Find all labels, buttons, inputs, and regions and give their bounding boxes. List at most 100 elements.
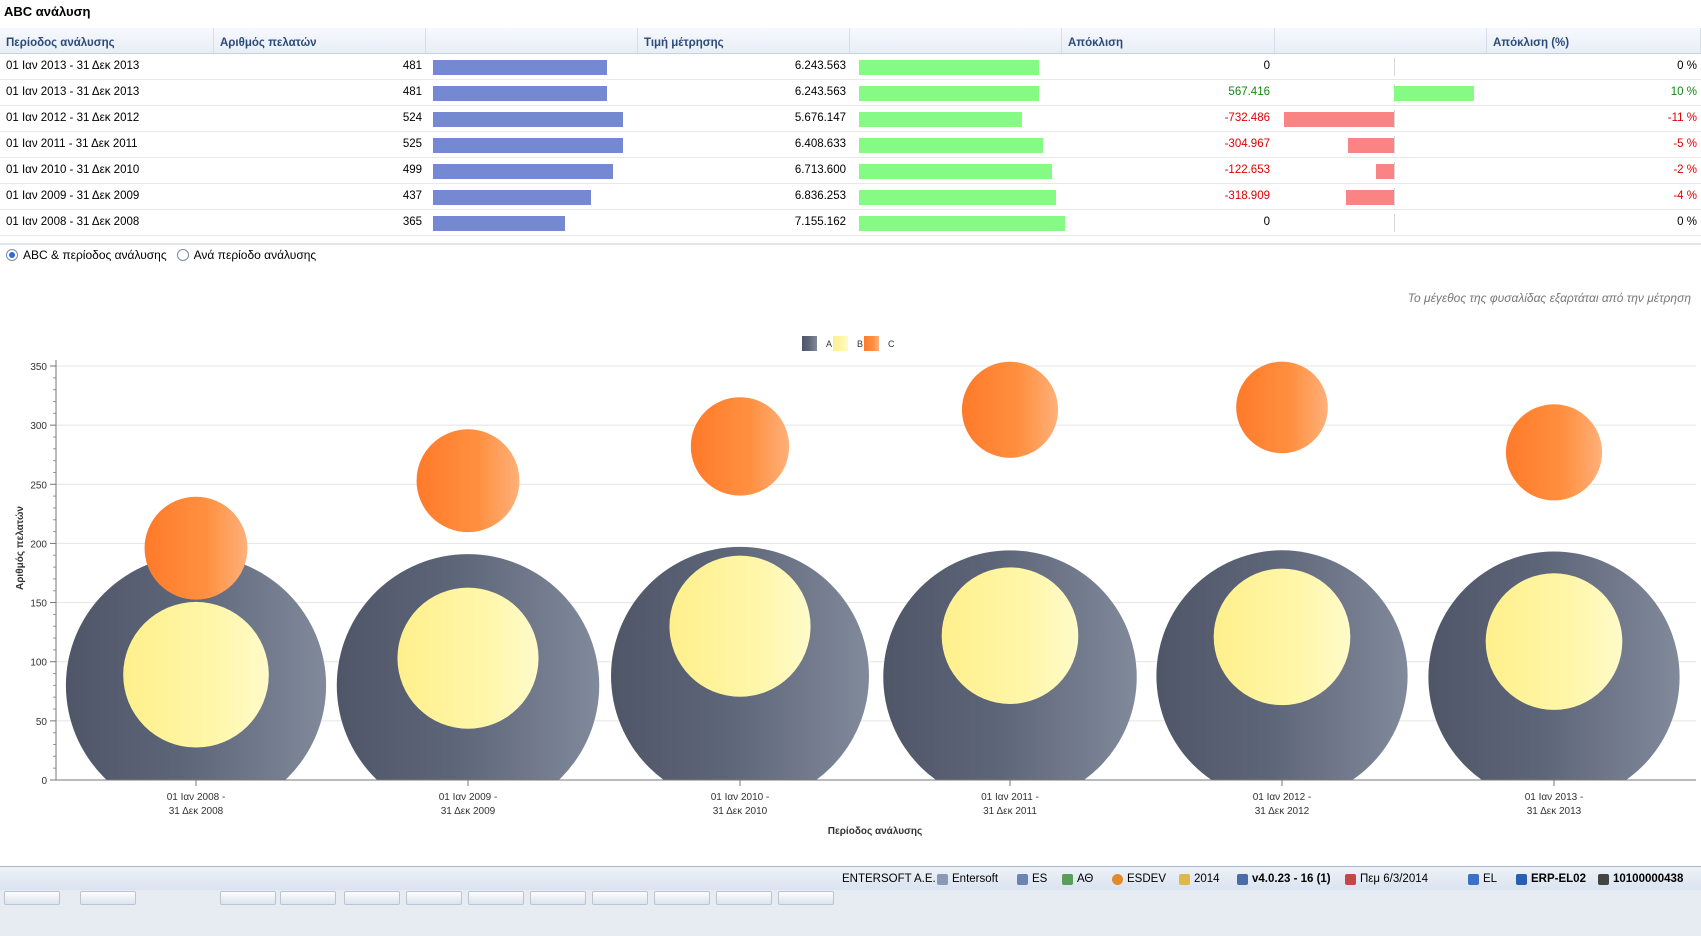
bubble-c[interactable] — [144, 496, 248, 600]
deviation-bar — [1394, 86, 1474, 101]
deviation-bar — [1346, 190, 1394, 205]
table-row[interactable]: 01 Ιαν 2011 - 31 Δεκ 2011 525 6.408.633 -30… — [0, 132, 1701, 158]
deviation-cell: 0 — [1263, 60, 1270, 72]
period-cell: 01 Ιαν 2010 - 31 Δεκ 2010 — [6, 164, 140, 176]
col-deviation-bar[interactable] — [1275, 28, 1487, 53]
period-cell: 01 Ιαν 2012 - 31 Δεκ 2012 — [6, 112, 140, 124]
deviation-pct-cell: -11 % — [1667, 112, 1697, 124]
task-button[interactable] — [778, 891, 834, 905]
x-tick-label: 31 Δεκ 2012 — [1255, 806, 1310, 817]
y-axis-label: Αριθμός πελατών — [15, 506, 26, 590]
measure-bar — [859, 216, 1065, 231]
col-period[interactable]: Περίοδος ανάλυσης — [0, 28, 214, 53]
task-button[interactable] — [4, 891, 60, 905]
customers-bar — [433, 190, 592, 205]
radio-per-period-label: Ανά περίοδο ανάλυσης — [193, 248, 317, 262]
customers-bar — [433, 138, 623, 153]
customers-cell: 524 — [402, 112, 422, 124]
table-row[interactable]: 01 Ιαν 2013 - 31 Δεκ 2013 481 6.243.563 567… — [0, 80, 1701, 106]
bubble-b[interactable] — [1213, 568, 1351, 706]
user-icon — [1112, 873, 1123, 885]
bubble-c[interactable] — [416, 429, 520, 533]
col-measure[interactable]: Τιμή μέτρησης — [638, 28, 850, 53]
bubble-b[interactable] — [941, 567, 1079, 704]
col-measure-bar[interactable] — [850, 28, 1062, 53]
table-row[interactable]: 01 Ιαν 2009 - 31 Δεκ 2009 437 6.836.253 -31… — [0, 184, 1701, 210]
customers-bar — [433, 112, 623, 127]
table-body: 01 Ιαν 2013 - 31 Δεκ 2013 481 6.243.563 0 0 … — [0, 54, 1701, 236]
bubble-b[interactable] — [669, 555, 811, 697]
table-row[interactable]: 01 Ιαν 2013 - 31 Δεκ 2013 481 6.243.563 0 0 … — [0, 54, 1701, 80]
task-button[interactable] — [716, 891, 772, 905]
x-tick-label: 01 Ιαν 2012 - — [1253, 792, 1312, 803]
bubble-c[interactable] — [1236, 361, 1328, 454]
x-tick-label: 01 Ιαν 2008 - — [167, 792, 226, 803]
status-code[interactable]: 10100000438 — [1598, 871, 1683, 887]
task-button[interactable] — [80, 891, 136, 905]
status-date[interactable]: Πεμ 6/3/2014 — [1345, 871, 1428, 887]
col-deviation[interactable]: Απόκλιση — [1062, 28, 1275, 53]
task-button[interactable] — [592, 891, 648, 905]
chart-legend: A B C — [802, 336, 895, 351]
x-tick-label: 31 Δεκ 2011 — [983, 806, 1037, 817]
chart-note: Το μέγεθος της φυσαλίδας εξαρτάται από τ… — [1407, 291, 1691, 305]
radio-abc-period[interactable]: ABC & περίοδος ανάλυσης — [6, 248, 167, 262]
task-button[interactable] — [654, 891, 710, 905]
customers-bar — [433, 216, 565, 231]
y-tick-label: 0 — [41, 776, 47, 787]
task-button[interactable] — [406, 891, 462, 905]
status-year[interactable]: 2014 — [1179, 871, 1220, 887]
col-deviation-pct[interactable]: Απόκλιση (%) — [1487, 28, 1701, 53]
measure-bar — [859, 190, 1056, 205]
taskbar — [0, 890, 1701, 936]
measure-bar — [859, 164, 1053, 179]
bubble-c[interactable] — [1505, 404, 1603, 501]
chart-bubbles — [65, 361, 1680, 780]
col-customers-bar[interactable] — [426, 28, 638, 53]
status-server[interactable]: ERP-EL02 — [1516, 871, 1586, 887]
bubble-chart: A B C 0 50 100 150 200 250 300 350 01 Ιαν 2008 - 3… — [15, 336, 1696, 837]
deviation-cell: 567.416 — [1228, 86, 1270, 98]
status-db[interactable]: Entersoft — [937, 871, 998, 887]
y-tick-label: 200 — [30, 539, 47, 550]
customers-cell: 525 — [402, 138, 422, 150]
deviation-axis — [1394, 214, 1395, 232]
customers-cell: 365 — [402, 216, 422, 228]
col-customers[interactable]: Αριθμός πελατών — [214, 28, 426, 53]
deviation-axis — [1394, 136, 1395, 154]
status-lang-es[interactable]: ES — [1017, 871, 1047, 887]
calendar-icon — [1179, 873, 1190, 885]
task-button[interactable] — [344, 891, 400, 905]
deviation-pct-cell: 10 % — [1670, 86, 1697, 98]
x-axis-label: Περίοδος ανάλυσης — [828, 826, 922, 837]
table-icon — [1017, 873, 1028, 885]
table-row[interactable]: 01 Ιαν 2008 - 31 Δεκ 2008 365 7.155.162 0 0 … — [0, 210, 1701, 236]
bubble-b[interactable] — [1485, 573, 1623, 710]
radio-per-period[interactable]: Ανά περίοδο ανάλυσης — [176, 248, 317, 262]
task-button[interactable] — [280, 891, 336, 905]
bubble-b[interactable] — [123, 601, 269, 748]
measure-cell: 6.836.253 — [794, 190, 846, 202]
task-button[interactable] — [530, 891, 586, 905]
bubble-b[interactable] — [397, 587, 539, 729]
table-row[interactable]: 01 Ιαν 2012 - 31 Δεκ 2012 524 5.676.147 -73… — [0, 106, 1701, 132]
x-axis: 01 Ιαν 2008 - 31 Δεκ 2008 01 Ιαν 2009 - 31 … — [56, 779, 1696, 817]
deviation-bar — [1284, 112, 1394, 127]
bubble-c[interactable] — [961, 361, 1059, 458]
database-icon — [937, 873, 948, 885]
status-version[interactable]: v4.0.23 - 16 (1) — [1237, 871, 1331, 887]
status-user[interactable]: ESDEV — [1112, 871, 1166, 887]
bubble-c[interactable] — [690, 397, 790, 496]
status-branch[interactable]: ΑΘ — [1062, 871, 1093, 887]
legend-swatch-b — [833, 336, 848, 351]
customers-bar — [433, 164, 614, 179]
task-button[interactable] — [220, 891, 276, 905]
splitter[interactable] — [0, 243, 1701, 245]
measure-cell: 6.713.600 — [794, 164, 846, 176]
radio-button-on[interactable] — [6, 249, 18, 261]
measure-bar — [859, 138, 1044, 153]
task-button[interactable] — [468, 891, 524, 905]
table-row[interactable]: 01 Ιαν 2010 - 31 Δεκ 2010 499 6.713.600 -12… — [0, 158, 1701, 184]
status-lang[interactable]: EL — [1468, 871, 1497, 887]
radio-button-off[interactable] — [176, 249, 189, 261]
